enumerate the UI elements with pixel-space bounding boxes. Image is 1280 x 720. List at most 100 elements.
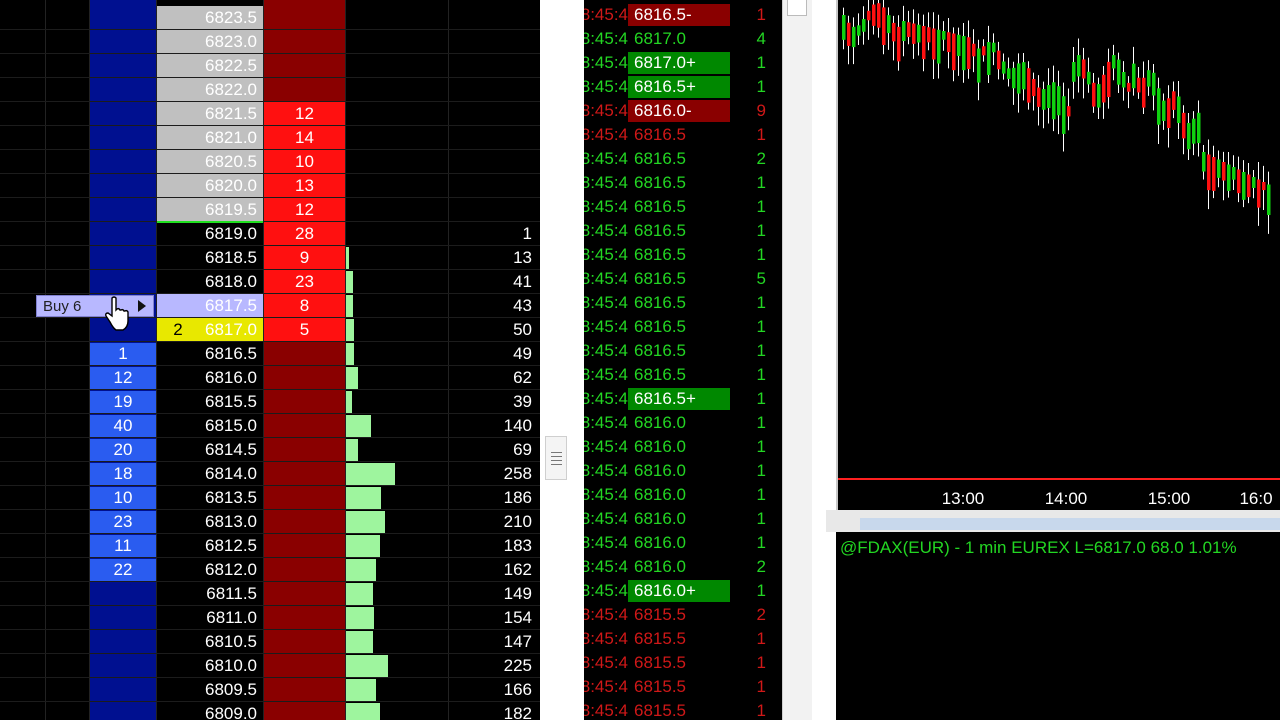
bid-size[interactable]: 18 xyxy=(90,463,156,485)
ladder-row[interactable]: 6810.5 147 xyxy=(0,630,540,654)
bid-size[interactable] xyxy=(90,126,156,149)
bid-size[interactable] xyxy=(90,150,156,173)
price-level[interactable]: 6809.5 xyxy=(157,678,263,701)
ladder-row[interactable]: 6809.0 182 xyxy=(0,702,540,720)
bid-size[interactable]: 1 xyxy=(90,343,156,365)
bid-size[interactable]: 22 xyxy=(90,559,156,581)
bid-size[interactable] xyxy=(90,606,156,629)
ladder-row[interactable]: 6818.5 9 13 xyxy=(0,246,540,270)
chart-scrollbar[interactable] xyxy=(826,510,1280,532)
price-level[interactable]: 6819.0 xyxy=(157,222,263,245)
bid-size[interactable]: 23 xyxy=(90,511,156,533)
ladder-row[interactable]: 23 6813.0 210 xyxy=(0,510,540,534)
price-level[interactable]: 6812.5 xyxy=(157,534,263,557)
ask-size[interactable]: 12 xyxy=(264,102,345,125)
ladder-row[interactable]: 40 6815.0 140 xyxy=(0,414,540,438)
ladder-row[interactable]: 12 6816.0 62 xyxy=(0,366,540,390)
price-level[interactable]: 6809.0 xyxy=(157,702,263,720)
chart-scroll-track[interactable] xyxy=(860,518,1280,530)
price-level[interactable]: 6815.0 xyxy=(157,414,263,437)
ladder-row[interactable]: 6821.0 14 xyxy=(0,126,540,150)
bid-size[interactable] xyxy=(90,198,156,221)
price-level[interactable]: 6813.5 xyxy=(157,486,263,509)
ask-size[interactable] xyxy=(264,606,345,629)
ladder-row[interactable]: 6810.0 225 xyxy=(0,654,540,678)
price-level[interactable]: 6811.5 xyxy=(157,582,263,605)
price-level[interactable]: 6811.0 xyxy=(157,606,263,629)
ladder-row[interactable]: 6823.5 xyxy=(0,6,540,30)
ask-size[interactable] xyxy=(264,534,345,557)
ask-size[interactable]: 13 xyxy=(264,174,345,197)
ask-size[interactable] xyxy=(264,510,345,533)
ask-size[interactable] xyxy=(264,702,345,720)
expand-arrow-icon[interactable] xyxy=(138,300,146,312)
ask-size[interactable]: 8 xyxy=(264,294,345,317)
bid-size[interactable] xyxy=(90,582,156,605)
bid-size[interactable] xyxy=(90,702,156,720)
ask-size[interactable] xyxy=(264,558,345,581)
ladder-row[interactable]: 6820.5 10 xyxy=(0,150,540,174)
price-level[interactable]: 6816.0 xyxy=(157,366,263,389)
ask-size[interactable] xyxy=(264,678,345,701)
price-level[interactable]: 6821.0 xyxy=(157,126,263,149)
price-level[interactable]: 6816.5 xyxy=(157,342,263,365)
ask-size[interactable] xyxy=(264,438,345,461)
ladder-row[interactable]: 6811.5 149 xyxy=(0,582,540,606)
ask-size[interactable]: 5 xyxy=(264,318,345,341)
ask-size[interactable]: 9 xyxy=(264,246,345,269)
price-ladder[interactable]: 6823.5 6823.0 6822.5 6822.0 6821.5 12 6821.0 14… xyxy=(0,0,540,720)
bid-size[interactable] xyxy=(90,270,156,293)
ask-size[interactable]: 12 xyxy=(264,198,345,221)
ask-size[interactable] xyxy=(264,390,345,413)
bid-size[interactable] xyxy=(90,30,156,53)
ladder-row[interactable]: 6811.0 154 xyxy=(0,606,540,630)
ladder-row[interactable]: 18 6814.0 258 xyxy=(0,462,540,486)
ladder-row[interactable]: 6818.0 23 41 xyxy=(0,270,540,294)
price-level[interactable]: 6822.5 xyxy=(157,54,263,77)
price-level[interactable]: 6820.0 xyxy=(157,174,263,197)
price-level[interactable]: 6822.0 xyxy=(157,78,263,101)
splitter-handle[interactable] xyxy=(545,436,567,480)
bid-size[interactable] xyxy=(90,174,156,197)
price-level[interactable]: 6815.5 xyxy=(157,390,263,413)
ask-size[interactable] xyxy=(264,654,345,677)
ask-size[interactable] xyxy=(264,342,345,365)
bid-size[interactable]: 12 xyxy=(90,367,156,389)
ladder-row[interactable]: 6817.0 5 50 xyxy=(0,318,540,342)
price-level[interactable]: 6820.5 xyxy=(157,150,263,173)
ask-size[interactable] xyxy=(264,630,345,653)
ladder-row[interactable]: 6820.0 13 xyxy=(0,174,540,198)
ladder-row[interactable]: 20 6814.5 69 xyxy=(0,438,540,462)
price-level[interactable]: 6810.0 xyxy=(157,654,263,677)
price-level[interactable]: 6813.0 xyxy=(157,510,263,533)
bid-size[interactable] xyxy=(90,246,156,269)
bid-size[interactable]: 20 xyxy=(90,439,156,461)
ladder-row[interactable]: 10 6813.5 186 xyxy=(0,486,540,510)
price-level[interactable]: 6814.5 xyxy=(157,438,263,461)
ask-size[interactable]: 28 xyxy=(264,222,345,245)
price-level[interactable]: 6818.5 xyxy=(157,246,263,269)
ask-size[interactable] xyxy=(264,414,345,437)
ladder-row[interactable]: 6823.0 xyxy=(0,30,540,54)
time-sales-scrollbar[interactable] xyxy=(782,0,813,720)
price-level[interactable]: 6819.5 xyxy=(157,198,263,221)
price-level[interactable]: 6810.5 xyxy=(157,630,263,653)
ask-size[interactable] xyxy=(264,582,345,605)
ask-size[interactable] xyxy=(264,54,345,77)
ask-size[interactable] xyxy=(264,30,345,53)
ask-size[interactable]: 14 xyxy=(264,126,345,149)
bid-size[interactable] xyxy=(90,630,156,653)
ask-size[interactable] xyxy=(264,486,345,509)
bid-size[interactable] xyxy=(90,222,156,245)
bid-size[interactable] xyxy=(90,6,156,29)
ask-size[interactable] xyxy=(264,462,345,485)
bid-size[interactable]: 11 xyxy=(90,535,156,557)
ask-size[interactable] xyxy=(264,78,345,101)
bid-size[interactable] xyxy=(90,654,156,677)
buy-order-tag[interactable]: Buy 6 xyxy=(36,295,154,317)
bid-size[interactable] xyxy=(90,54,156,77)
working-order-qty[interactable]: 2 xyxy=(158,319,198,341)
price-level[interactable]: 6823.0 xyxy=(157,30,263,53)
price-level[interactable]: 6818.0 xyxy=(157,270,263,293)
price-level[interactable]: 6823.5 xyxy=(157,6,263,29)
